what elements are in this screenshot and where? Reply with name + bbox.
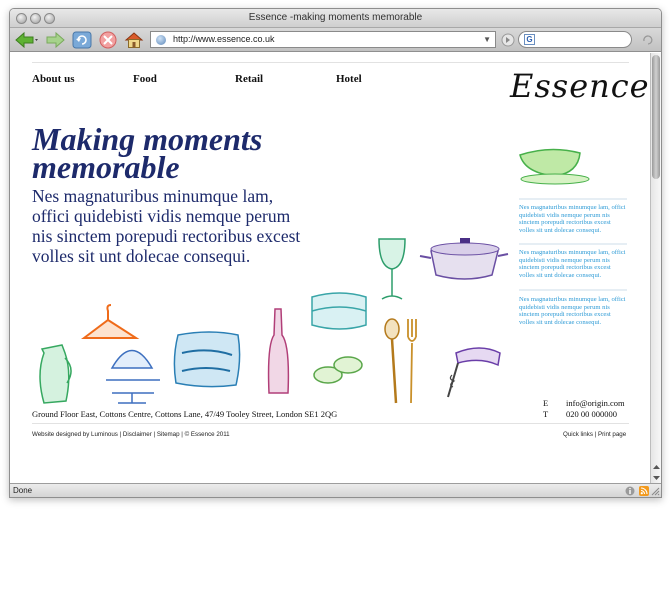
forward-arrow-icon[interactable] (44, 31, 66, 49)
postal-address: Ground Floor East, Cottons Centre, Cotto… (32, 409, 338, 419)
url-field[interactable]: http://www.essence.co.uk ▼ (150, 31, 496, 48)
reload-icon[interactable] (72, 31, 92, 49)
footer-quick-links[interactable]: Quick links | Print page (563, 431, 626, 438)
coat-hanger-icon (81, 304, 140, 339)
side-text-block-1: Nes magnaturibus minumque lam, offici qu… (519, 204, 626, 234)
cake-stand-icon (106, 349, 160, 404)
side-divider-2 (519, 243, 627, 245)
window-title: Essence -making moments memorable (248, 12, 423, 23)
google-search-engine-icon[interactable]: G (524, 34, 535, 45)
pillow-icon (173, 331, 241, 388)
go-icon[interactable] (501, 33, 515, 51)
reload-small-icon[interactable] (640, 33, 654, 51)
scroll-down-arrow-icon[interactable] (652, 474, 661, 482)
phone-number: 020 00 000000 (566, 409, 617, 419)
home-icon[interactable] (124, 31, 144, 49)
url-dropdown-icon[interactable]: ▼ (483, 32, 491, 47)
stop-icon[interactable] (98, 31, 118, 49)
email-label: E (543, 398, 549, 408)
browser-toolbar: http://www.essence.co.uk ▼ G (10, 28, 661, 52)
spoon-icon (384, 318, 400, 404)
footer-divider (32, 423, 629, 424)
site-globe-icon (156, 35, 166, 45)
cooking-pot-icon (419, 238, 509, 280)
footer-links[interactable]: Website designed by Luminous | Disclaime… (32, 431, 230, 438)
phone-label: T (543, 409, 549, 419)
slippers-icon (313, 356, 363, 384)
back-arrow-icon[interactable] (14, 31, 38, 49)
status-text: Done (13, 486, 33, 495)
corkscrew-icon (447, 347, 501, 398)
side-text-block-3: Nes magnaturibus minumque lam, offici qu… (519, 296, 626, 326)
title-bar: Essence -making moments memorable (10, 9, 661, 28)
side-text-block-2: Nes magnaturibus minumque lam, offici qu… (519, 249, 626, 279)
vertical-scrollbar[interactable] (650, 53, 661, 485)
side-divider-1 (519, 198, 627, 200)
url-text: http://www.essence.co.uk (173, 34, 275, 44)
fork-icon (407, 319, 417, 404)
teacup-icon (519, 148, 590, 185)
email-link[interactable]: info@origin.com (566, 398, 625, 408)
water-jug-icon (39, 344, 72, 404)
info-icon[interactable] (625, 486, 635, 496)
scrollbar-thumb[interactable] (652, 55, 660, 179)
browser-window: Essence -making moments memorable http:/… (9, 8, 662, 498)
status-bar: Done (10, 483, 661, 497)
rss-feed-icon[interactable] (639, 486, 649, 496)
resize-grip-icon[interactable] (651, 487, 660, 496)
scroll-up-arrow-icon[interactable] (652, 463, 661, 471)
side-divider-3 (519, 289, 627, 291)
search-field[interactable]: G (518, 31, 632, 48)
wine-glass-icon (378, 238, 406, 300)
folded-towels-icon (311, 292, 367, 330)
page-viewport: About us Food Retail Hotel Essence Makin… (10, 53, 651, 485)
wine-bottle-icon (267, 308, 290, 394)
